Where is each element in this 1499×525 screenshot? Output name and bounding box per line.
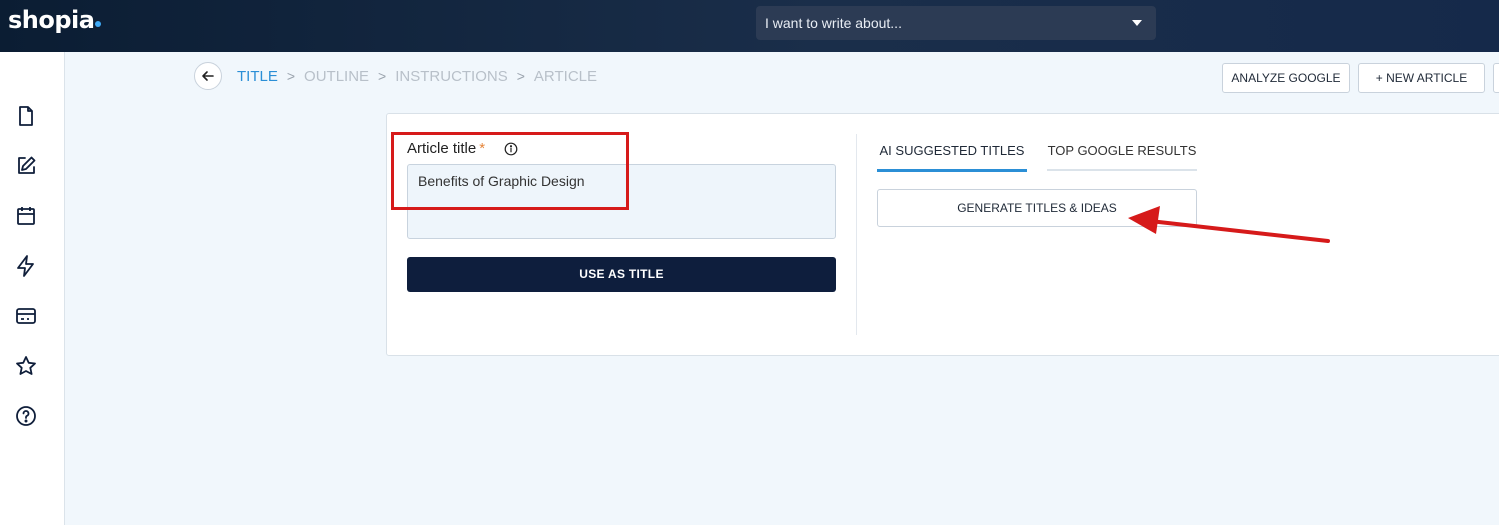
calendar-icon[interactable] [14,204,38,228]
breadcrumb-separator: > [378,68,387,84]
top-bar: shopia I want to write about... [0,0,1499,52]
edit-icon[interactable] [14,154,38,178]
back-button[interactable] [194,62,222,90]
arrow-left-icon [202,71,214,81]
more-actions-button[interactable] [1493,63,1499,93]
breadcrumb-separator: > [286,68,296,84]
annotation-highlight-box [391,132,629,210]
new-article-button[interactable]: + NEW ARTICLE [1358,63,1485,93]
breadcrumb-separator: > [516,68,525,84]
tab-ai-suggested-titles[interactable]: AI SUGGESTED TITLES [877,143,1027,172]
use-as-title-button[interactable]: USE AS TITLE [407,257,836,292]
document-icon[interactable] [14,104,38,128]
topic-select-placeholder: I want to write about... [765,15,902,31]
breadcrumb-article[interactable]: ARTICLE [534,68,597,85]
breadcrumb: TITLE > OUTLINE > INSTRUCTIONS > ARTICLE [237,68,597,85]
logo-dot [95,21,102,27]
annotation-arrow [1128,206,1330,243]
analyze-google-button[interactable]: ANALYZE GOOGLE [1222,63,1350,93]
brand-name: shopia [8,6,95,34]
star-icon[interactable] [14,354,38,378]
sidebar [0,52,65,525]
shopia-logo[interactable]: shopia [8,6,102,34]
breadcrumb-title[interactable]: TITLE [237,68,278,85]
breadcrumb-outline[interactable]: OUTLINE [304,68,369,85]
vertical-divider [856,134,857,335]
tab-top-google-results[interactable]: TOP GOOGLE RESULTS [1047,143,1197,171]
topic-select[interactable]: I want to write about... [756,6,1156,40]
credit-card-icon[interactable] [14,304,38,328]
lightning-icon[interactable] [14,254,38,278]
help-icon[interactable] [14,404,38,428]
breadcrumb-instructions[interactable]: INSTRUCTIONS [395,68,508,85]
caret-down-icon [1132,20,1142,26]
